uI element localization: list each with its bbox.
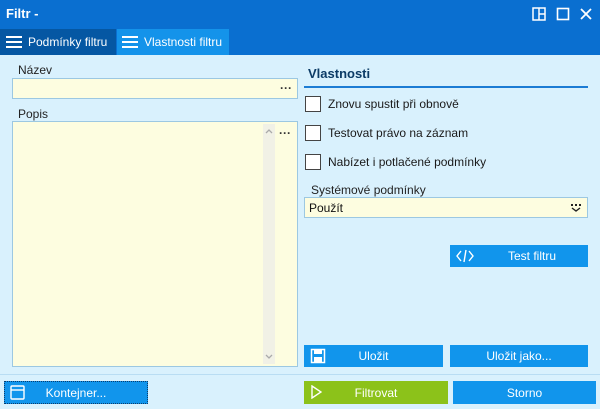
name-more-icon[interactable]: ··· [280, 81, 292, 95]
desc-textarea[interactable]: ··· [12, 121, 298, 367]
dialog-footer: Kontejner... Filtrovat Storno [0, 374, 600, 409]
system-conditions-label: Systémové podmínky [311, 183, 426, 197]
hamburger-icon [6, 35, 22, 49]
name-label: Název [18, 63, 53, 77]
play-icon [311, 385, 322, 399]
container-label: Kontejner... [45, 385, 107, 400]
code-icon [456, 249, 474, 263]
scroll-up-icon[interactable] [265, 128, 273, 134]
maximize-icon[interactable] [554, 5, 572, 23]
test-filter-label: Test filtru [507, 249, 556, 263]
close-icon[interactable] [577, 5, 595, 23]
save-as-label: Uložit jako... [486, 349, 552, 363]
window-title: Filtr - [6, 6, 39, 21]
checkbox-offer-suppressed[interactable] [305, 154, 321, 170]
name-field[interactable]: ··· [12, 78, 298, 99]
checkbox-test-record-right[interactable] [305, 125, 321, 141]
window-icon [10, 385, 25, 400]
tab-label: Podmínky filtru [28, 35, 108, 49]
save-as-button[interactable]: Uložit jako... [450, 345, 588, 367]
title-bar: Filtr - [0, 0, 600, 29]
container-button[interactable]: Kontejner... [4, 381, 148, 404]
cancel-label: Storno [506, 385, 543, 400]
scroll-down-icon[interactable] [265, 354, 273, 360]
tab-podminky-filtru[interactable]: Podmínky filtru [0, 29, 116, 55]
chevron-down-icon[interactable] [570, 203, 582, 213]
desc-more-icon[interactable]: ··· [279, 126, 291, 140]
cancel-button[interactable]: Storno [453, 381, 596, 404]
tab-bar: Podmínky filtru Vlastnosti filtru [0, 29, 600, 55]
filter-button[interactable]: Filtrovat [304, 381, 448, 404]
system-conditions-value: Použít [309, 201, 344, 215]
tab-vlastnosti-filtru[interactable]: Vlastnosti filtru [117, 29, 229, 55]
checkbox-label: Testovat právo na záznam [328, 126, 469, 140]
checkbox-label: Znovu spustit při obnově [328, 97, 459, 111]
hamburger-icon [122, 35, 138, 49]
desc-label: Popis [18, 107, 49, 121]
filter-label: Filtrovat [354, 385, 398, 400]
dock-icon[interactable] [530, 5, 548, 23]
properties-divider [304, 86, 588, 88]
filter-content: Název ··· Popis ··· Vlastnosti Znovu spu… [0, 55, 600, 409]
properties-title: Vlastnosti [308, 66, 371, 81]
floppy-icon [310, 348, 326, 364]
test-filter-button[interactable]: Test filtru [450, 245, 588, 267]
save-label: Uložit [358, 349, 389, 363]
checkbox-label: Nabízet i potlačené podmínky [328, 155, 487, 169]
filter-dialog: Filtr - Podmínky filtru Vlastnosti filtr… [0, 0, 600, 409]
tab-label: Vlastnosti filtru [144, 35, 223, 49]
checkbox-rerun-on-refresh[interactable] [305, 96, 321, 112]
system-conditions-select[interactable]: Použít [304, 197, 588, 218]
save-button[interactable]: Uložit [304, 345, 443, 367]
desc-scrollbar[interactable] [263, 124, 275, 364]
